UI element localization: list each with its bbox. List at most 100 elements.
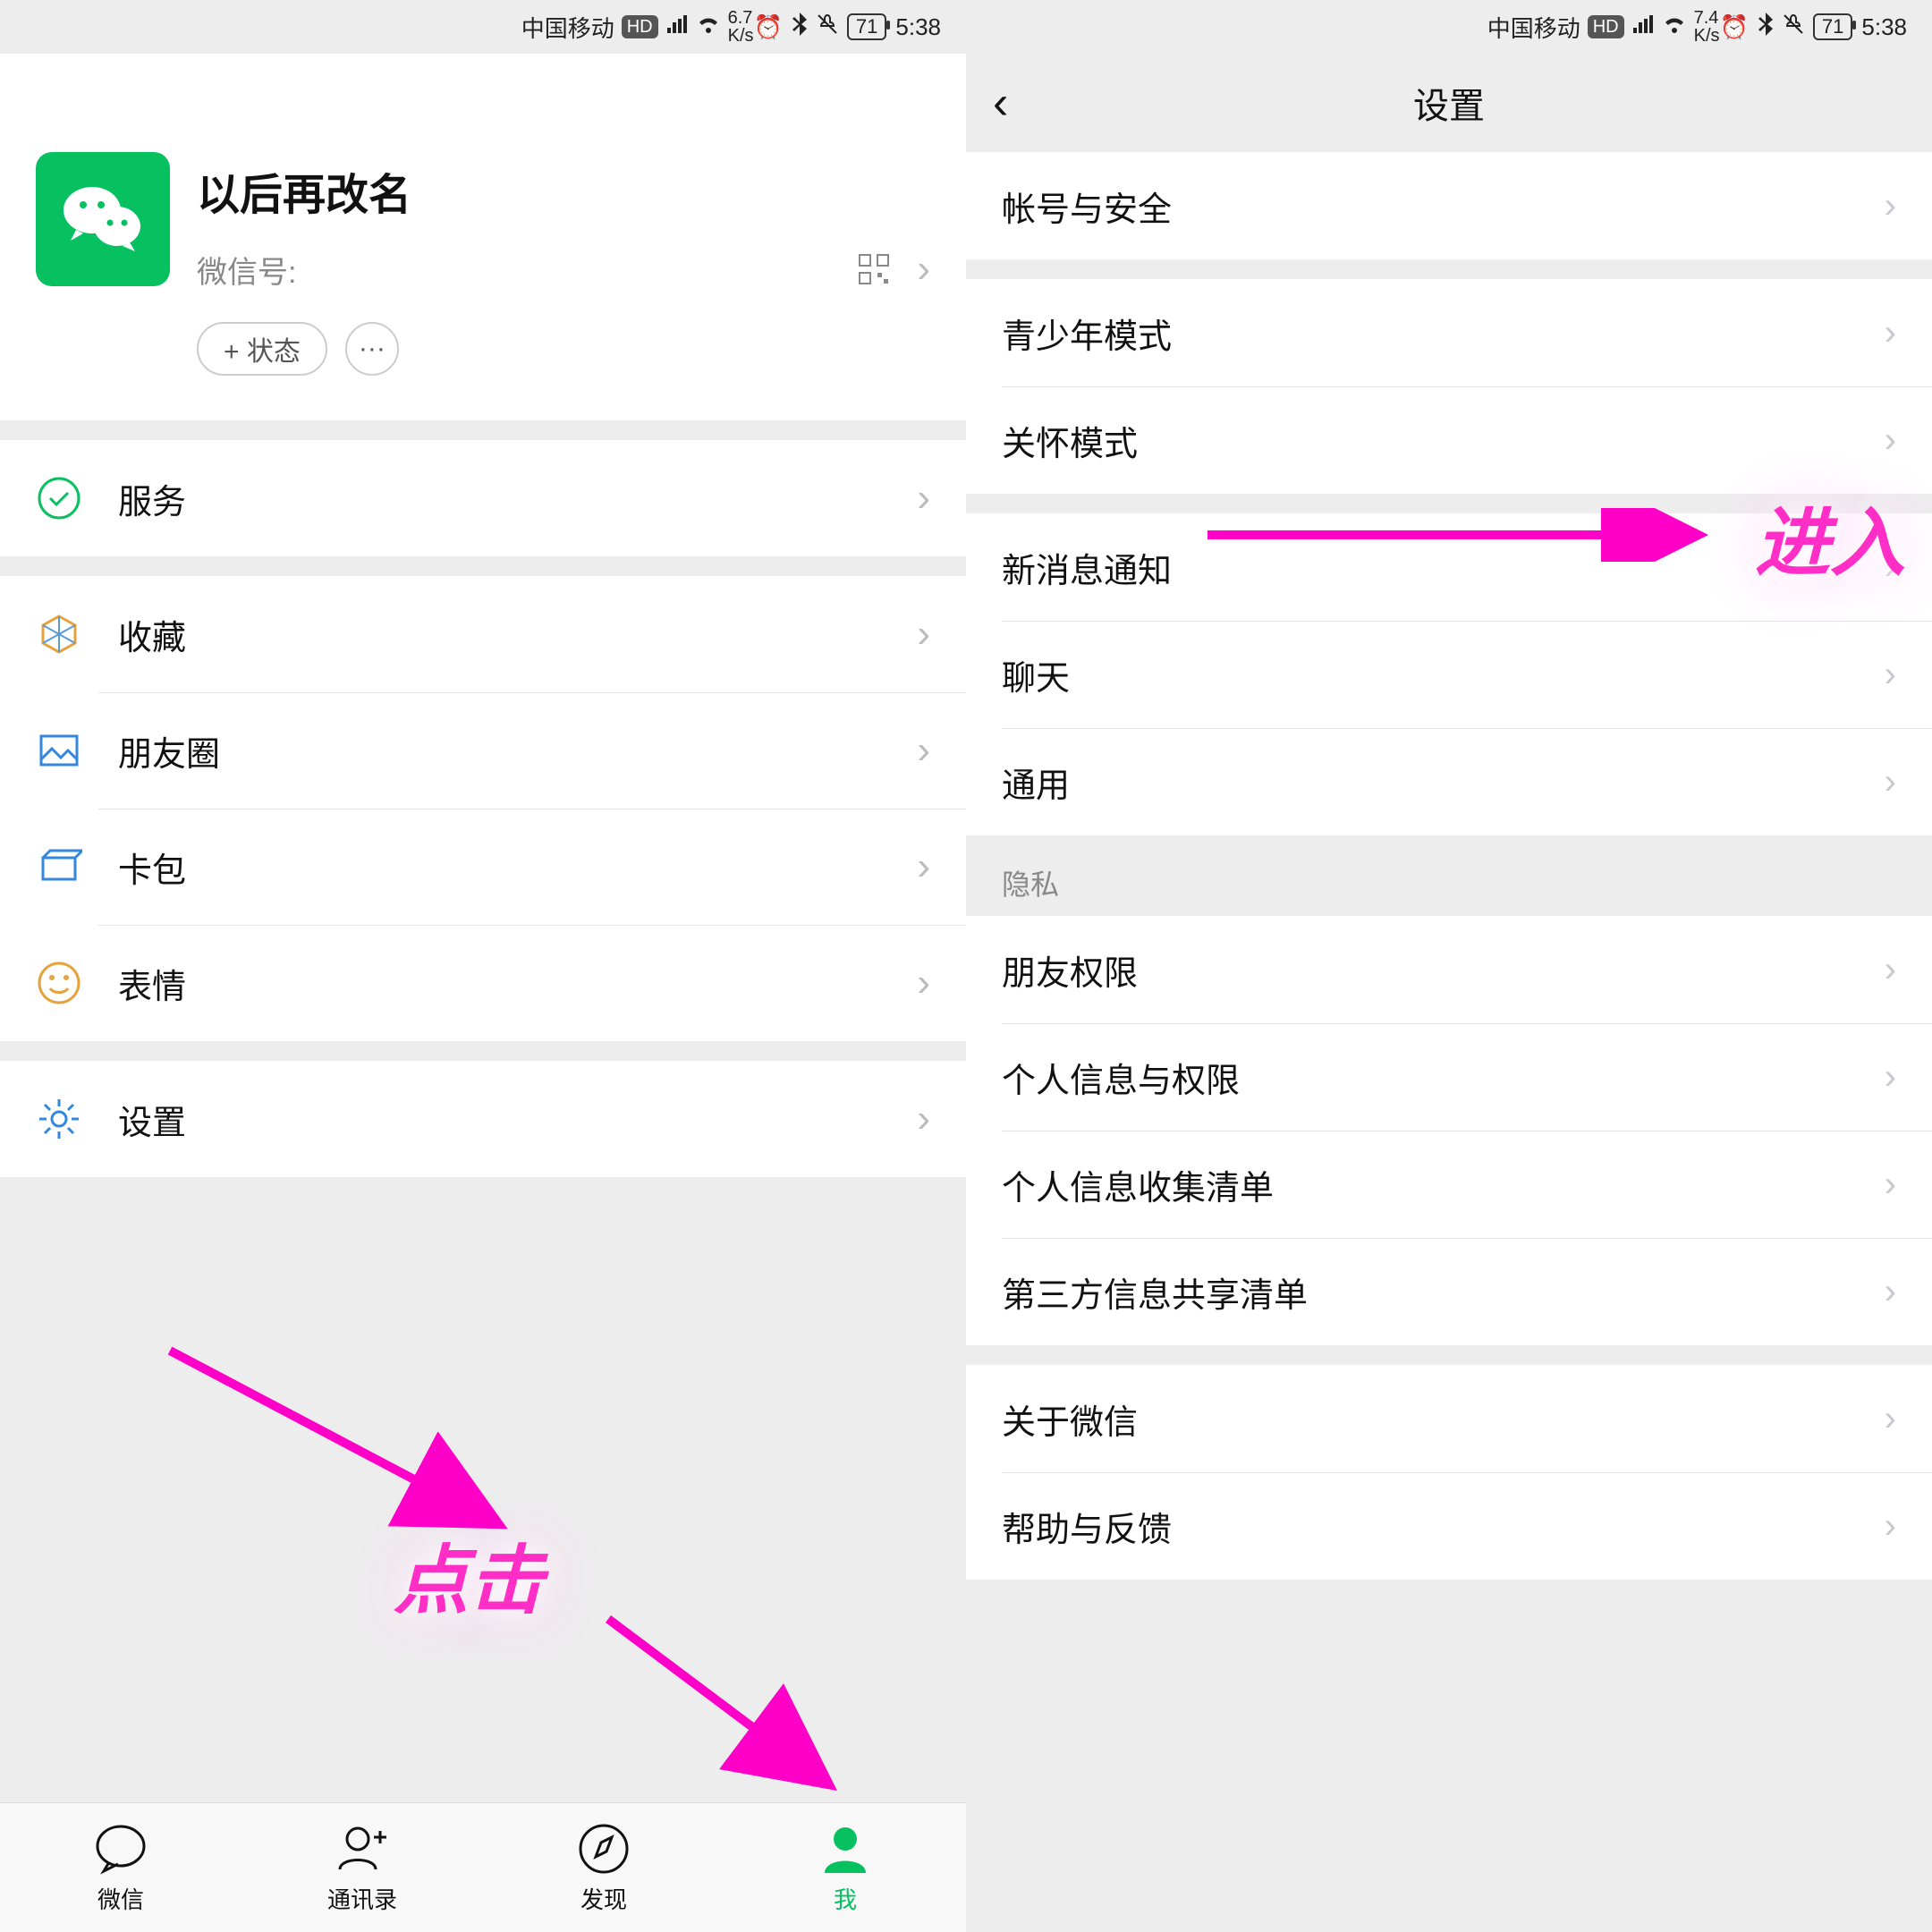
clock-time: 5:38 bbox=[895, 13, 941, 41]
status-bar: 中国移动 HD 7.4 K/s ⏰ 71 5:38 bbox=[966, 0, 1932, 54]
person-icon bbox=[818, 1821, 873, 1877]
row-label: 设置 bbox=[118, 1095, 917, 1144]
chevron-right-icon: › bbox=[1885, 186, 1896, 226]
chevron-right-icon: › bbox=[1885, 547, 1896, 588]
phone-right-settings-screen: 中国移动 HD 7.4 K/s ⏰ 71 5:38 ‹ 设置 帐号与安全 › 青… bbox=[966, 0, 1932, 1932]
tab-label: 通讯录 bbox=[327, 1882, 397, 1915]
chevron-right-icon: › bbox=[1885, 313, 1896, 353]
row-help-feedback[interactable]: 帮助与反馈 › bbox=[966, 1472, 1932, 1580]
row-personal-info-permission[interactable]: 个人信息与权限 › bbox=[966, 1023, 1932, 1131]
section-divider bbox=[0, 556, 966, 576]
chevron-right-icon: › bbox=[1885, 950, 1896, 990]
mute-icon bbox=[817, 13, 838, 41]
row-general[interactable]: 通用 › bbox=[966, 728, 1932, 835]
tab-label: 微信 bbox=[97, 1882, 144, 1915]
row-label: 帐号与安全 bbox=[1002, 182, 1885, 231]
status-button[interactable]: + 状态 bbox=[197, 322, 327, 376]
settings-gear-icon bbox=[36, 1096, 82, 1142]
hd-badge: HD bbox=[622, 15, 658, 38]
chevron-right-icon: › bbox=[1885, 1272, 1896, 1312]
chevron-right-icon: › bbox=[917, 476, 930, 521]
row-stickers[interactable]: 表情 › bbox=[0, 925, 966, 1041]
row-label: 新消息通知 bbox=[1002, 543, 1885, 592]
wechat-id-label: 微信号: bbox=[197, 248, 858, 292]
section-divider bbox=[966, 494, 1932, 513]
row-label: 第三方信息共享清单 bbox=[1002, 1267, 1885, 1317]
chat-bubble-icon bbox=[93, 1821, 148, 1877]
annotation-arrow-to-me-tab-icon bbox=[590, 1601, 877, 1807]
row-settings[interactable]: 设置 › bbox=[0, 1061, 966, 1177]
profile-header[interactable]: 以后再改名 微信号: › + 状态 ··· bbox=[0, 54, 966, 420]
chevron-right-icon: › bbox=[917, 612, 930, 657]
wifi-icon bbox=[1662, 13, 1687, 41]
bluetooth-icon bbox=[1758, 13, 1774, 42]
row-about[interactable]: 关于微信 › bbox=[966, 1365, 1932, 1472]
bottom-tab-bar: 微信 通讯录 发现 我 bbox=[0, 1802, 966, 1932]
tab-label: 发现 bbox=[580, 1882, 627, 1915]
row-label: 关于微信 bbox=[1002, 1394, 1885, 1444]
battery-indicator: 71 bbox=[1813, 13, 1852, 40]
row-label: 卡包 bbox=[118, 843, 917, 892]
page-title: 设置 bbox=[966, 77, 1932, 129]
chevron-right-icon: › bbox=[1885, 1399, 1896, 1439]
phone-left-me-screen: 中国移动 HD 6.7 K/s ⏰ 71 5:38 bbox=[0, 0, 966, 1932]
compass-icon bbox=[576, 1821, 631, 1877]
row-chats[interactable]: 聊天 › bbox=[966, 621, 1932, 728]
alarm-icon: ⏰ bbox=[1720, 13, 1749, 41]
clock-time: 5:38 bbox=[1861, 13, 1907, 41]
carrier-label: 中国移动 bbox=[1487, 11, 1580, 44]
row-label: 帮助与反馈 bbox=[1002, 1502, 1885, 1551]
section-divider bbox=[0, 420, 966, 440]
row-label: 关怀模式 bbox=[1002, 416, 1885, 465]
services-icon bbox=[36, 475, 82, 521]
cards-icon bbox=[36, 843, 82, 890]
mute-icon bbox=[1783, 13, 1804, 41]
section-divider bbox=[0, 1041, 966, 1061]
chevron-right-icon: › bbox=[1885, 1165, 1896, 1205]
row-label: 朋友圈 bbox=[118, 726, 917, 775]
qrcode-icon[interactable] bbox=[858, 253, 890, 285]
row-label: 通用 bbox=[1002, 758, 1885, 807]
chevron-right-icon: › bbox=[917, 728, 930, 773]
signal-icon bbox=[1631, 13, 1655, 41]
bluetooth-icon bbox=[792, 13, 808, 42]
row-cards[interactable]: 卡包 › bbox=[0, 809, 966, 925]
row-label: 个人信息收集清单 bbox=[1002, 1160, 1885, 1209]
wechat-logo-icon bbox=[58, 174, 148, 264]
section-header-privacy: 隐私 bbox=[966, 835, 1932, 916]
wifi-icon bbox=[696, 13, 721, 41]
row-friends-permission[interactable]: 朋友权限 › bbox=[966, 916, 1932, 1023]
chevron-right-icon: › bbox=[1885, 420, 1896, 461]
moments-icon bbox=[36, 727, 82, 774]
network-speed: 7.4 K/s bbox=[1694, 9, 1720, 45]
tab-chats[interactable]: 微信 bbox=[0, 1803, 242, 1932]
avatar[interactable] bbox=[36, 152, 170, 286]
row-services[interactable]: 服务 › bbox=[0, 440, 966, 556]
network-speed: 6.7 K/s bbox=[728, 9, 754, 45]
section-divider bbox=[966, 1345, 1932, 1365]
row-teen-mode[interactable]: 青少年模式 › bbox=[966, 279, 1932, 386]
alarm-icon: ⏰ bbox=[754, 13, 783, 41]
row-label: 青少年模式 bbox=[1002, 309, 1885, 358]
row-moments[interactable]: 朋友圈 › bbox=[0, 692, 966, 809]
row-label: 表情 bbox=[118, 959, 917, 1008]
status-more-button[interactable]: ··· bbox=[345, 322, 399, 376]
stickers-icon bbox=[36, 960, 82, 1006]
battery-indicator: 71 bbox=[847, 13, 886, 40]
tab-contacts[interactable]: 通讯录 bbox=[242, 1803, 483, 1932]
row-third-party-list[interactable]: 第三方信息共享清单 › bbox=[966, 1238, 1932, 1345]
chevron-right-icon: › bbox=[917, 1097, 930, 1141]
row-care-mode[interactable]: 关怀模式 › bbox=[966, 386, 1932, 494]
tab-discover[interactable]: 发现 bbox=[483, 1803, 724, 1932]
row-label: 聊天 bbox=[1002, 650, 1885, 699]
chevron-right-icon: › bbox=[1885, 1057, 1896, 1097]
row-favorites[interactable]: 收藏 › bbox=[0, 576, 966, 692]
row-account-security[interactable]: 帐号与安全 › bbox=[966, 152, 1932, 259]
annotation-arrow-to-settings-icon bbox=[152, 1333, 546, 1556]
carrier-label: 中国移动 bbox=[521, 11, 614, 44]
signal-icon bbox=[665, 13, 689, 41]
chevron-right-icon: › bbox=[1885, 1506, 1896, 1546]
row-personal-info-list[interactable]: 个人信息收集清单 › bbox=[966, 1131, 1932, 1238]
row-notifications[interactable]: 新消息通知 › bbox=[966, 513, 1932, 621]
tab-me[interactable]: 我 bbox=[724, 1803, 966, 1932]
